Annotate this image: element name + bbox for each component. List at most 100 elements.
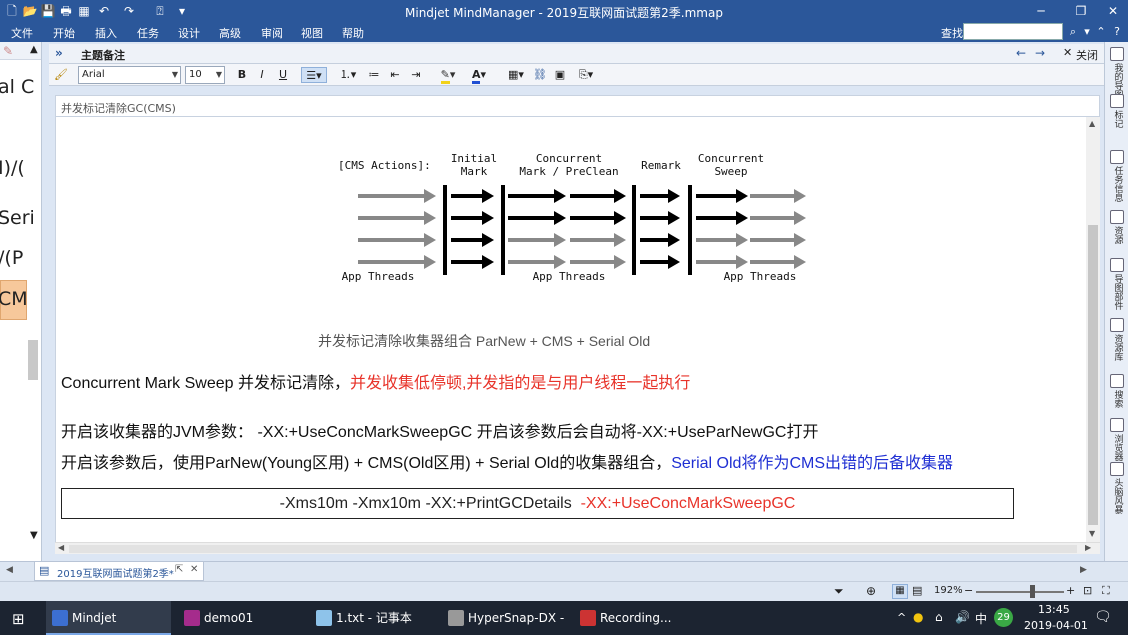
layout-icon[interactable]: ▤ (912, 584, 922, 597)
scroll-right-icon[interactable]: ▶ (1085, 543, 1091, 552)
topic-fragment[interactable]: Seri (0, 207, 35, 229)
clock-time[interactable]: 13:45 (1038, 603, 1070, 616)
help-icon[interactable]: ? (1110, 24, 1124, 40)
note-editor[interactable]: [CMS Actions]: Initial Mark Concurrent M… (55, 117, 1086, 542)
panel-tab[interactable]: 资源库 (1108, 318, 1126, 364)
menu-file[interactable]: 文件 (11, 25, 33, 41)
bullet-list-icon[interactable]: ≔ (367, 67, 381, 83)
zoom-slider[interactable] (976, 591, 1064, 593)
topic-fragment-highlight[interactable]: CM (0, 288, 28, 310)
decrease-indent-icon[interactable]: ⇤ (388, 67, 402, 83)
topic-fragment[interactable]: al C (0, 76, 34, 98)
format-toolbar: 🖌 Arial ▼ 10 ▼ B I U ☰▾ ⒈▾ ≔ ⇤ ⇥ ✎▾ A▾ ▦▾ … (49, 64, 1104, 86)
dropdown-icon[interactable]: ▾ (1080, 24, 1094, 40)
scrollbar-thumb[interactable] (1088, 225, 1098, 525)
increase-indent-icon[interactable]: ⇥ (409, 67, 423, 83)
note-vertical-scrollbar[interactable]: ▲ ▼ (1086, 117, 1100, 542)
format-painter-icon[interactable]: 🖌 (53, 67, 69, 83)
map-canvas-strip[interactable]: ✎ ▲ al C I)/( Seri /(P CM ▼ (0, 42, 42, 562)
fit-map-icon[interactable]: ⛶ (1102, 584, 1110, 598)
menu-view[interactable]: 视图 (301, 25, 323, 41)
panel-tab[interactable]: 任务信息 (1108, 150, 1126, 205)
taskbar-item-hypersnap[interactable]: HyperSnap-DX - [... (442, 601, 567, 635)
numbered-list-icon[interactable]: ⒈▾ (338, 67, 358, 83)
restore-icon[interactable]: ❐ (1064, 0, 1098, 22)
tab-scroll-right-icon[interactable]: ▶ (1080, 565, 1087, 575)
expand-icon[interactable]: » (55, 46, 63, 60)
insert-table-icon[interactable]: ▦▾ (505, 67, 527, 83)
view-mode-icon[interactable]: ▦ (892, 584, 908, 599)
task-panel-tabs: 我的导图 标记 任务信息 资源 导图部件 资源库 搜索 浏览器 头脑风暴 (1104, 42, 1128, 562)
scrollbar-thumb[interactable] (69, 545, 1077, 553)
bold-button[interactable]: B (235, 67, 249, 83)
hyperlink-icon[interactable]: ⛓ (533, 67, 547, 83)
menu-insert[interactable]: 插入 (95, 25, 117, 41)
ime-mode[interactable]: 中 (975, 610, 987, 627)
taskbar-item-notepad[interactable]: 1.txt - 记事本 (310, 601, 435, 635)
taskbar-item-idea[interactable]: demo01 [D:\devS... (178, 601, 303, 635)
tab-document[interactable]: ▤ 2019互联网面试题第2季* ⇱ ✕ (34, 562, 204, 581)
font-family-select[interactable]: Arial ▼ (78, 66, 181, 84)
more-options-icon[interactable]: ⎘▾ (574, 67, 598, 83)
close-pane-icon[interactable]: ✕ (1063, 46, 1072, 59)
find-input[interactable] (963, 23, 1063, 40)
close-window-icon[interactable]: ✕ (1096, 0, 1128, 22)
scroll-down-icon[interactable]: ▼ (30, 530, 38, 541)
panel-tab[interactable]: 导图部件 (1108, 258, 1126, 313)
note-horizontal-scrollbar[interactable]: ◀ ▶ (55, 542, 1100, 554)
tab-float-icon[interactable]: ⇱ (175, 564, 183, 575)
fit-page-icon[interactable]: ⊡ (1083, 584, 1092, 597)
thread-arrow-head (554, 255, 566, 269)
font-color-icon[interactable]: A▾ (466, 67, 492, 84)
tab-scroll-left-icon[interactable]: ◀ (6, 565, 13, 575)
menu-review[interactable]: 审阅 (261, 25, 283, 41)
highlight-color-icon[interactable]: ✎▾ (435, 67, 461, 84)
clock-date[interactable]: 2019-04-01 (1024, 619, 1088, 632)
panel-tab[interactable]: 浏览器 (1108, 418, 1126, 464)
taskbar-item-recording[interactable]: Recording... (574, 601, 699, 635)
align-left-icon[interactable]: ☰▾ (301, 67, 327, 83)
windows-start-icon[interactable]: ⊞ (12, 610, 25, 628)
scroll-up-icon[interactable]: ▲ (1089, 119, 1095, 128)
tab-close-icon[interactable]: ✕ (190, 564, 198, 575)
menu-advanced[interactable]: 高级 (219, 25, 241, 41)
menu-task[interactable]: 任务 (137, 25, 159, 41)
minimize-ribbon-icon[interactable]: ⌃ (1094, 24, 1108, 40)
panel-tab[interactable]: 头脑风暴 (1108, 462, 1126, 517)
tray-expand-icon[interactable]: ^ (897, 611, 906, 624)
back-arrow-icon[interactable]: ← (1016, 46, 1026, 60)
minimize-icon[interactable]: ─ (1024, 0, 1058, 22)
panel-tab[interactable]: 资源 (1108, 210, 1126, 247)
panel-tab[interactable]: 标记 (1108, 94, 1126, 131)
close-pane-button[interactable]: 关闭 (1076, 47, 1098, 63)
tray-app-icon[interactable]: ● (913, 610, 923, 624)
scrollbar-thumb[interactable] (28, 340, 38, 380)
taskbar-item-mindmanager[interactable]: Mindjet MindMa... (46, 601, 171, 635)
insert-image-icon[interactable]: ▣ (553, 67, 567, 83)
topic-fragment[interactable]: /(P (0, 247, 23, 269)
line1-text: Concurrent Mark Sweep 并发标记清除， (61, 375, 350, 392)
forward-arrow-icon[interactable]: → (1035, 46, 1045, 60)
zoom-in-icon[interactable]: + (1066, 584, 1075, 597)
font-size-select[interactable]: 10 ▼ (185, 66, 225, 84)
volume-icon[interactable]: 🔊 (955, 610, 970, 624)
zoom-out-icon[interactable]: − (964, 584, 973, 597)
underline-button[interactable]: U (276, 67, 290, 83)
menu-help[interactable]: 帮助 (342, 25, 364, 41)
zoom-slider-thumb[interactable] (1030, 585, 1035, 598)
scroll-up-icon[interactable]: ▲ (30, 44, 38, 55)
tray-network-icon[interactable]: ⌂ (935, 610, 943, 624)
panel-tab[interactable]: 搜索 (1108, 374, 1126, 411)
scroll-down-icon[interactable]: ▼ (1089, 529, 1095, 538)
window-title: Mindjet MindManager - 2019互联网面试题第2季.mmap (405, 6, 723, 20)
scroll-left-icon[interactable]: ◀ (58, 543, 64, 552)
topic-fragment[interactable]: I)/( (0, 157, 25, 179)
tray-badge[interactable]: 29 (994, 608, 1013, 627)
focus-icon[interactable]: ⊕ (866, 584, 876, 598)
menu-home[interactable]: 开始 (53, 25, 75, 41)
binoculars-icon[interactable]: ⌕ (1066, 24, 1080, 40)
filter-icon[interactable]: ⏷ (834, 584, 844, 599)
menu-design[interactable]: 设计 (178, 25, 200, 41)
italic-button[interactable]: I (255, 67, 269, 83)
notification-icon[interactable]: 🗨 (1094, 609, 1112, 625)
